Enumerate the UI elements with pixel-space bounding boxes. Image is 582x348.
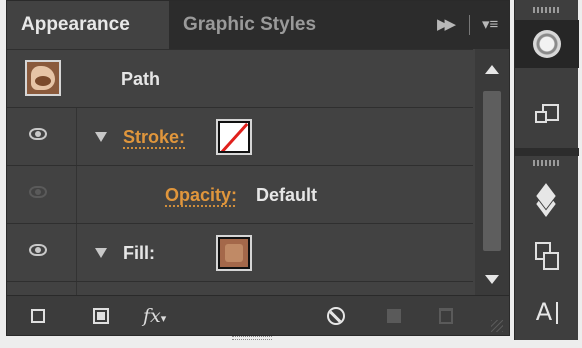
- panel-tab-bar: Appearance Graphic Styles ▶▶ ▾≡: [7, 1, 509, 49]
- fill-opacity-value: Default: [256, 274, 317, 295]
- stroke-opacity-visibility-eye-icon[interactable]: [29, 186, 47, 198]
- dock-layers-button[interactable]: [515, 176, 579, 224]
- panel-bottom-toolbar: fx▾: [7, 295, 509, 335]
- scroll-up-arrow-icon[interactable]: [485, 65, 499, 74]
- stroke-swatch[interactable]: [218, 121, 250, 153]
- illustrator-window: Appearance Graphic Styles ▶▶ ▾≡ Path Str…: [0, 0, 582, 348]
- visibility-gutter: [7, 166, 77, 224]
- panel-menu-icon[interactable]: ▾≡: [482, 1, 498, 49]
- resize-grip-icon[interactable]: [491, 320, 503, 332]
- dock-transform-button[interactable]: [515, 92, 579, 140]
- fill-label: Fill:: [123, 243, 155, 263]
- tab-divider: [469, 15, 470, 35]
- add-new-stroke-icon[interactable]: [31, 309, 45, 323]
- tab-appearance[interactable]: Appearance: [7, 1, 169, 49]
- transform-icon: [535, 104, 559, 128]
- fill-opacity-row[interactable]: Opacity: Default: [7, 281, 473, 295]
- dock-character-button[interactable]: A: [515, 288, 579, 336]
- stroke-disclosure-triangle-icon[interactable]: [95, 132, 107, 142]
- fill-swatch[interactable]: [218, 237, 250, 269]
- fill-opacity-link[interactable]: Opacity:: [165, 274, 237, 295]
- scroll-thumb[interactable]: [483, 91, 501, 251]
- tab-graphic-styles[interactable]: Graphic Styles: [183, 1, 316, 49]
- visibility-gutter: [7, 282, 77, 295]
- appearance-list: Path Stroke: Opacity: Default Fill:: [7, 49, 473, 295]
- dock-grip-middle[interactable]: [533, 160, 561, 166]
- collapse-panel-icon[interactable]: ▶▶: [437, 1, 456, 49]
- fx-dropdown-arrow-icon: ▾: [160, 312, 167, 325]
- visibility-gutter: [7, 108, 77, 166]
- appearance-panel: Appearance Graphic Styles ▶▶ ▾≡ Path Str…: [6, 0, 510, 336]
- dock-separator: [515, 148, 579, 156]
- dock-grip-top[interactable]: [533, 7, 561, 13]
- duplicate-item-icon[interactable]: [387, 309, 401, 323]
- add-new-effect-button[interactable]: fx▾: [143, 296, 166, 336]
- add-new-fill-icon[interactable]: [93, 308, 109, 324]
- right-panel-dock: A: [514, 0, 579, 340]
- visibility-gutter: [7, 224, 77, 282]
- dock-appearance-button[interactable]: [515, 20, 579, 68]
- stroke-opacity-value: Default: [256, 185, 318, 205]
- layers-icon: [533, 183, 561, 217]
- dock-artboards-button[interactable]: [515, 232, 579, 280]
- fill-visibility-eye-icon[interactable]: [29, 244, 47, 256]
- stroke-visibility-eye-icon[interactable]: [29, 128, 47, 140]
- fx-icon: fx: [143, 305, 161, 327]
- panel-resize-handle[interactable]: [232, 336, 272, 340]
- stroke-opacity-row[interactable]: Opacity: Default: [7, 165, 473, 224]
- appearance-icon: [533, 30, 561, 58]
- fill-row[interactable]: Fill:: [7, 223, 473, 282]
- delete-item-trash-icon[interactable]: [439, 308, 453, 324]
- stroke-row[interactable]: Stroke:: [7, 107, 473, 166]
- clear-appearance-icon[interactable]: [327, 307, 345, 325]
- scroll-down-arrow-icon[interactable]: [485, 275, 499, 284]
- fill-disclosure-triangle-icon[interactable]: [95, 248, 107, 258]
- path-row[interactable]: Path: [7, 49, 473, 107]
- path-label: Path: [121, 69, 161, 89]
- path-thumbnail-icon: [25, 60, 61, 96]
- character-icon: A: [515, 288, 579, 336]
- panel-scrollbar[interactable]: [475, 49, 509, 295]
- stroke-opacity-link[interactable]: Opacity:: [165, 166, 237, 224]
- artboards-icon: [535, 242, 561, 270]
- stroke-link[interactable]: Stroke:: [123, 108, 185, 166]
